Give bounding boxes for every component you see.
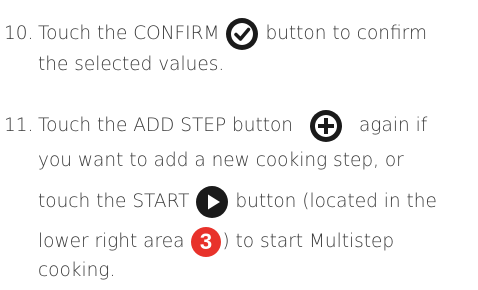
step-text: button (located in the bbox=[235, 191, 437, 212]
check-circle-icon bbox=[225, 17, 259, 51]
play-circle-icon bbox=[195, 185, 229, 219]
step-11-line-4: lower right area 3 ) to start Multistep bbox=[0, 226, 394, 258]
step-text: Touch the ADD STEP button bbox=[38, 115, 294, 136]
step-text: you want to add a new cooking step, or bbox=[38, 150, 404, 171]
step-text: button to confirm bbox=[265, 23, 427, 44]
area-badge: 3 bbox=[190, 226, 222, 258]
step-text: lower right area bbox=[38, 231, 185, 252]
step-text: ) to start Multistep bbox=[222, 231, 395, 252]
area-badge-number: 3 bbox=[200, 229, 212, 254]
step-11-line-2: you want to add a new cooking step, or bbox=[0, 147, 404, 175]
plus-circle-icon bbox=[309, 109, 343, 143]
step-11-line-3: touch the START button (located in the bbox=[0, 185, 437, 219]
step-number: 11. bbox=[4, 115, 34, 136]
step-10-line-2: the selected values. bbox=[0, 51, 224, 79]
step-11-line-5: cooking. bbox=[0, 257, 115, 285]
step-text: again if bbox=[359, 115, 428, 136]
step-text: cooking. bbox=[38, 260, 116, 281]
step-11-line-1: 11. Touch the ADD STEP button again if bbox=[0, 109, 427, 143]
step-text: the selected values. bbox=[38, 54, 225, 75]
step-text: touch the START bbox=[38, 191, 190, 212]
step-number: 10. bbox=[4, 23, 34, 44]
step-text: Touch the CONFIRM bbox=[38, 23, 220, 44]
step-10-line-1: 10. Touch the CONFIRM button to confirm bbox=[0, 17, 427, 51]
